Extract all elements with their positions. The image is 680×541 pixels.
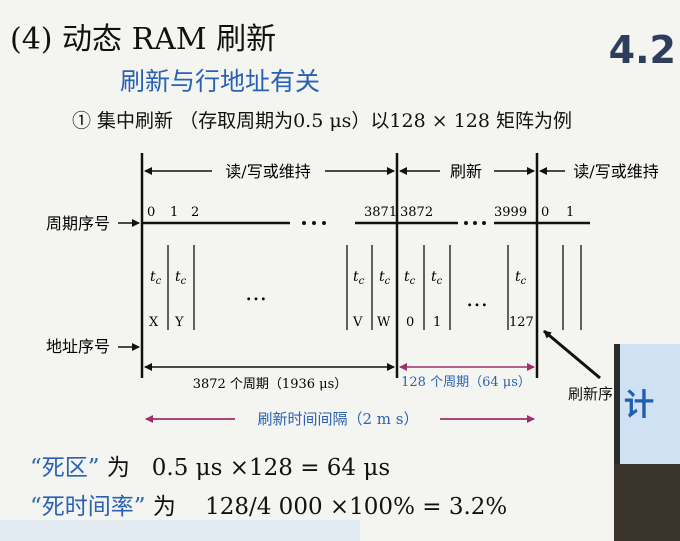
cycle-number: 2 [191,205,199,220]
dead-rate-line: “死时间率” 为 128/4 000 ×100% = 3.2% [30,487,507,521]
dead-rate-expr: 128/4 000 ×100% = 3.2% [205,494,508,520]
svg-text:tc: tc [404,269,416,287]
svg-text:tc: tc [431,269,443,287]
svg-text:tc: tc [175,269,187,287]
dead-rate-term: “死时间率” [30,494,146,520]
svg-text:tc: tc [515,269,527,287]
address-label: Y [174,315,184,330]
phase-rw-right: 读/写或维持 [573,162,658,181]
cycle-number: 0 [541,205,549,220]
dead-rate-for: 为 [145,494,206,520]
svg-text:tc: tc [379,269,391,287]
row-cycle-label: 周期序号 [46,214,110,233]
video-overlay-text: 计 [624,388,654,423]
ellipsis: … [466,287,488,312]
cycle-number: 1 [170,205,178,220]
presenter-video-overlay: 计 [614,344,680,541]
phase-rw-left: 读/写或维持 [225,162,310,181]
row-address-label: 地址序号 [46,337,110,356]
cycle-number: 0 [147,205,155,220]
address-label: 127 [509,315,534,330]
dead-zone-term: “死区” [30,455,100,481]
video-desk [614,464,680,541]
address-label: 0 [406,315,414,330]
span-total-label: 刷新时间间隔（2 m s） [257,410,418,428]
bottom-band [0,520,360,541]
dead-zone-line: “死区” 为 0.5 μs ×128 = 64 μs [30,448,390,482]
dead-zone-expr: 0.5 μs ×128 = 64 μs [151,455,391,481]
address-label: X [149,315,159,330]
cycle-number: 3999 [494,205,527,220]
svg-text:tc: tc [353,269,365,287]
cycle-number: 1 [566,205,574,220]
cycle-number: 3872 [400,205,433,220]
dead-zone-for: 为 [99,455,152,481]
phase-refresh: 刷新 [450,162,482,181]
callout-label: 刷新序 [568,385,614,403]
span-refresh-label: 128 个周期（64 μs） [401,375,531,390]
address-label: 1 [433,315,441,330]
span-rw-label: 3872 个周期（1936 μs） [193,377,348,392]
cycle-number: 3871 [364,205,397,220]
tc-labels: tc tc tc tc tc tc tc [150,269,527,287]
ellipsis: … [245,281,267,306]
callout-arrow [543,329,601,380]
address-label: W [377,315,391,330]
svg-text:tc: tc [150,269,162,287]
address-label: V [352,315,363,330]
